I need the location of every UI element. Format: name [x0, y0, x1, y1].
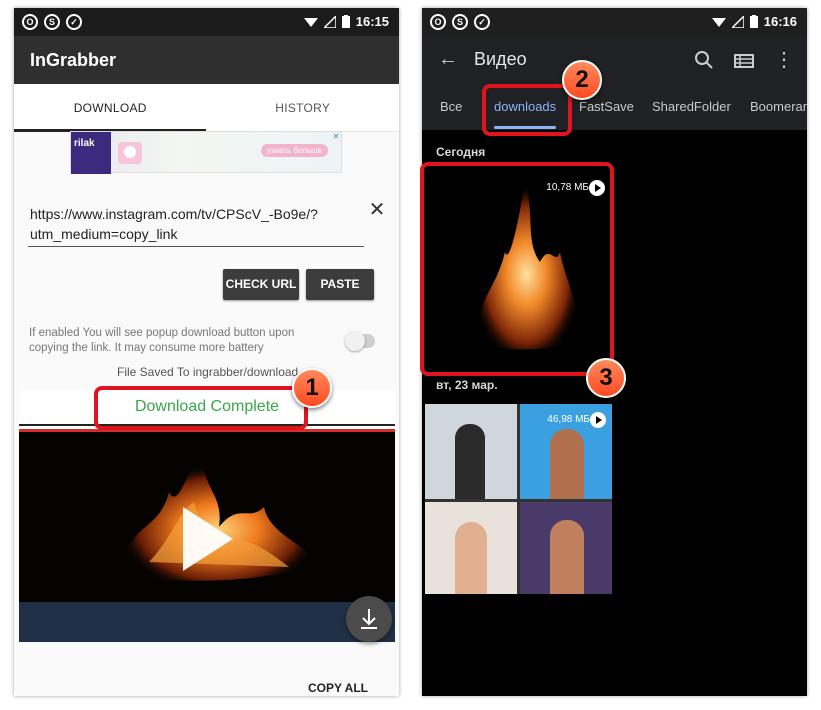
- more-options-icon[interactable]: ⋮: [774, 47, 794, 72]
- chip-sharedfolder[interactable]: SharedFolder: [652, 84, 731, 130]
- app-bar: InGrabber: [14, 36, 399, 84]
- tab-bar: DOWNLOAD HISTORY: [14, 84, 399, 132]
- video-size: 46,98 МБ: [547, 414, 590, 425]
- ad-close-icon[interactable]: ✕: [331, 132, 341, 142]
- app-title: InGrabber: [30, 50, 117, 70]
- ad-logo: rilak: [71, 132, 111, 174]
- collage-tile: [425, 404, 517, 499]
- play-icon: [590, 412, 606, 428]
- collage-tile: [520, 502, 612, 594]
- step-badge-3: 3: [586, 358, 626, 398]
- opera-icon: O: [430, 14, 446, 30]
- battery-icon: [749, 15, 758, 28]
- check-icon: ✓: [66, 14, 82, 30]
- url-input-underline: [28, 246, 364, 247]
- shazam-icon: S: [452, 14, 468, 30]
- section-today: Сегодня: [436, 145, 486, 159]
- signal-icon: [731, 15, 744, 28]
- gallery-app-bar: ← Видео ⋮: [422, 36, 807, 84]
- back-arrow-icon[interactable]: ←: [438, 48, 458, 71]
- download-fab[interactable]: [346, 596, 392, 642]
- copy-all-button[interactable]: COPY ALL: [308, 681, 368, 695]
- popup-hint-text: If enabled You will see popup download b…: [29, 327, 295, 354]
- status-time: 16:16: [763, 14, 797, 29]
- status-bar: O S ✓ 16:15: [14, 8, 399, 36]
- wifi-icon: [711, 17, 726, 27]
- video-thumbnail[interactable]: 46,98 МБ: [425, 404, 612, 594]
- ingrabber-screen: O S ✓ 16:15 InGrabber DOWNLOAD HISTORY r…: [14, 8, 399, 696]
- toggle-knob: [345, 331, 365, 351]
- tab-download[interactable]: DOWNLOAD: [14, 84, 207, 132]
- video-footer: [19, 602, 395, 642]
- saved-message: File Saved To ingrabber/download: [117, 365, 299, 379]
- collage-tile: [425, 502, 517, 594]
- list-view-icon[interactable]: [732, 49, 756, 73]
- video-preview[interactable]: [19, 432, 395, 602]
- url-input[interactable]: https://www.instagram.com/tv/CPScV_-Bo9e…: [30, 204, 350, 244]
- ad-image: [118, 142, 142, 164]
- tab-history[interactable]: HISTORY: [207, 84, 400, 132]
- check-url-button[interactable]: CHECK URL: [223, 269, 299, 300]
- highlight-downloads-chip: [482, 84, 572, 136]
- chip-all[interactable]: Все: [440, 84, 462, 130]
- download-icon: [361, 609, 377, 629]
- opera-icon: O: [22, 14, 38, 30]
- popup-toggle[interactable]: [345, 331, 375, 351]
- play-icon[interactable]: [183, 507, 233, 571]
- shazam-icon: S: [44, 14, 60, 30]
- ad-cta[interactable]: узнать больше: [261, 144, 328, 157]
- battery-icon: [341, 15, 350, 28]
- ad-banner[interactable]: rilak узнать больше ✕: [70, 131, 342, 174]
- status-bar: O S ✓ 16:16: [422, 8, 807, 36]
- highlight-video-thumbnail: [420, 162, 614, 376]
- section-date: вт, 23 мар.: [436, 378, 498, 392]
- status-time: 16:15: [355, 14, 389, 29]
- signal-icon: [323, 15, 336, 28]
- check-icon: ✓: [474, 14, 490, 30]
- folder-chips: Все downloads FastSave SharedFolder Boom…: [422, 84, 807, 130]
- step-badge-2: 2: [562, 60, 602, 100]
- gallery-title: Видео: [474, 49, 527, 69]
- clear-icon[interactable]: ✕: [367, 200, 387, 220]
- chip-boomerang[interactable]: Boomerang: [750, 84, 807, 130]
- wifi-icon: [303, 17, 318, 27]
- search-icon[interactable]: [692, 48, 716, 72]
- step-badge-1: 1: [292, 368, 332, 408]
- highlight-download-complete: [94, 386, 308, 430]
- paste-button[interactable]: PASTE: [306, 269, 374, 300]
